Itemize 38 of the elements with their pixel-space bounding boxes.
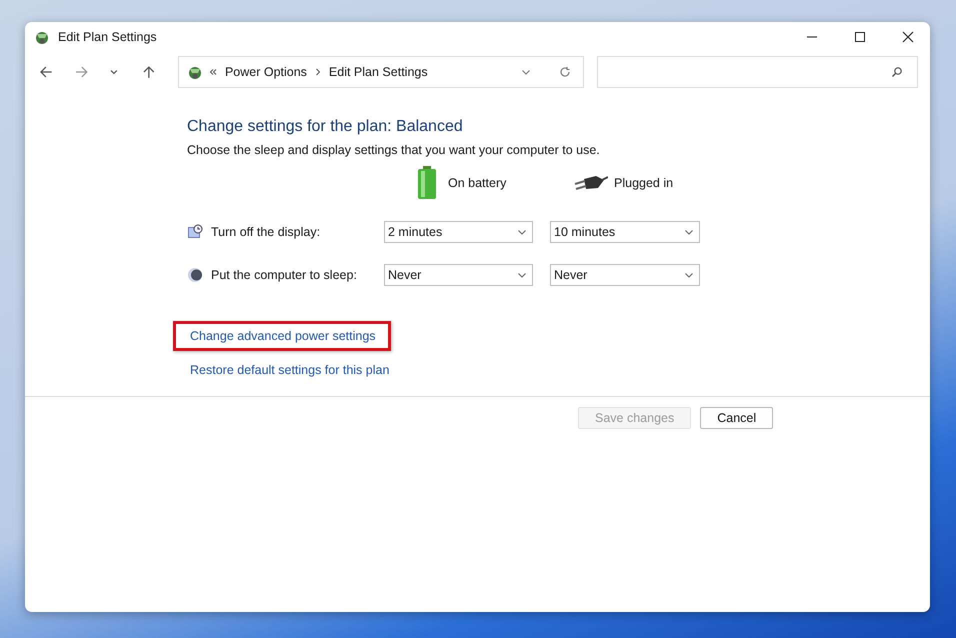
column-header: On battery: [448, 176, 506, 190]
power-options-icon: [34, 29, 50, 45]
link[interactable]: Restore default settings for this plan: [190, 363, 390, 377]
setting-label: Turn off the display:: [211, 225, 320, 239]
maximize-icon[interactable]: [854, 31, 866, 43]
plan-description: Choose the sleep and display settings that you want your computer to use.: [187, 143, 601, 157]
monitor-clock-icon: [187, 224, 203, 240]
setting-label: Put the computer to sleep:: [211, 268, 357, 282]
chevron-down-icon: [684, 270, 694, 280]
window-title: Edit Plan Settings: [58, 30, 157, 44]
plan-heading: Change settings for the plan: Balanced: [187, 118, 464, 136]
back-arrow-icon[interactable]: [39, 65, 53, 79]
chevron-down-icon: [517, 227, 527, 237]
power-options-icon: [186, 64, 203, 80]
search-icon: [891, 66, 903, 78]
forward-arrow-icon[interactable]: [74, 65, 88, 79]
breadcrumb-item[interactable]: Power Options: [224, 65, 307, 79]
chevron-down-icon: [684, 227, 694, 237]
dropdown[interactable]: 2 minutes: [384, 221, 533, 243]
dropdown[interactable]: Never: [550, 264, 700, 286]
column-header: Plugged in: [614, 176, 674, 190]
moon-icon: [187, 267, 203, 283]
chevron-down-icon[interactable]: [520, 67, 531, 77]
chevron-down-icon[interactable]: [110, 68, 118, 76]
chevron-down-icon: [517, 270, 527, 280]
up-arrow-icon[interactable]: [142, 65, 156, 79]
power-plug-icon: [574, 174, 608, 192]
dropdown[interactable]: 10 minutes: [550, 221, 700, 243]
refresh-icon[interactable]: [558, 66, 571, 78]
breadcrumb-item[interactable]: Edit Plan Settings: [328, 65, 428, 79]
battery-icon: [417, 166, 437, 200]
address-bar[interactable]: Power Options Edit Plan Settings: [178, 56, 584, 88]
close-icon[interactable]: [902, 31, 914, 43]
dropdown[interactable]: Never: [384, 264, 533, 286]
search-field[interactable]: [596, 56, 918, 88]
double-chevron-icon[interactable]: [208, 68, 217, 76]
dialog-button[interactable]: Cancel: [700, 407, 774, 429]
chevron-right-icon: [314, 68, 321, 76]
